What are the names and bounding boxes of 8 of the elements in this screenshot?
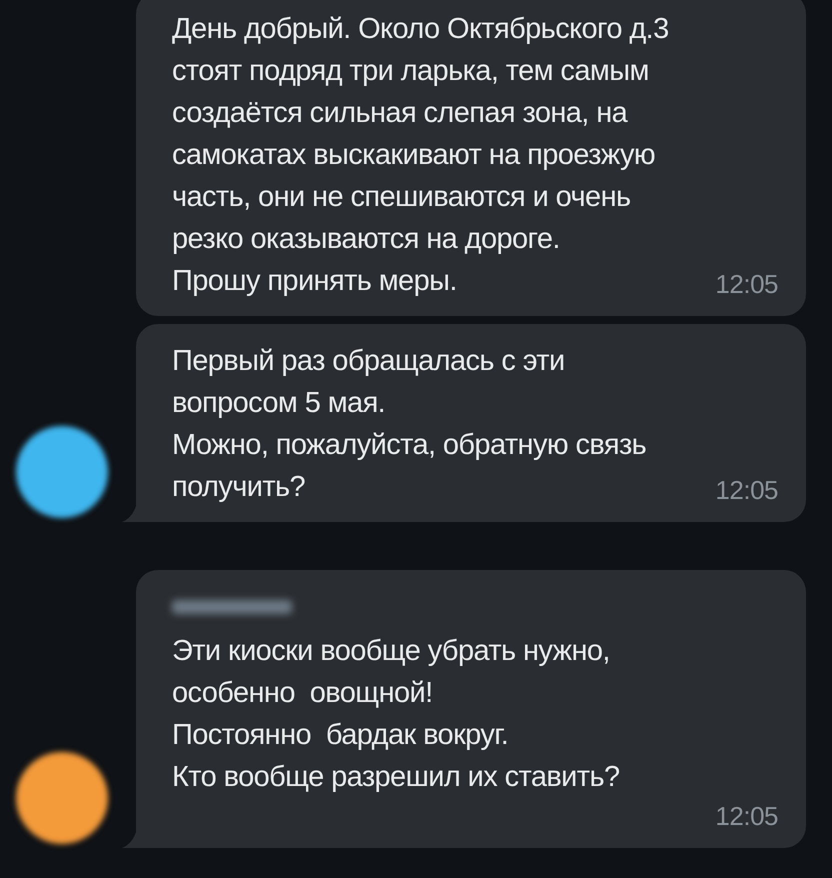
message-text: Эти киоски вообще убрать нужно, особенно овощной! Постоянно бардак вокруг. Кто вообще разрешил их ставить? — [172, 634, 620, 795]
message-text: Первый раз обращалась с эти вопросом 5 мая. Можно, пожалуйста, обратную связь получить? — [172, 344, 646, 505]
message-time: 12:05 — [715, 474, 778, 507]
avatar[interactable] — [16, 752, 108, 844]
avatar[interactable] — [16, 426, 108, 518]
message-time: 12:05 — [715, 800, 778, 833]
message-text: День добрый. Около Октябрьского д.3 стоят подряд три ларька, тем самым создаётся сильная слепая зона, на самокатах выскакивают на проезжую часть, они не спешиваются и очень резко оказываются на дороге. Прошу принять меры. — [172, 12, 669, 299]
message-time: 12:05 — [715, 268, 778, 301]
